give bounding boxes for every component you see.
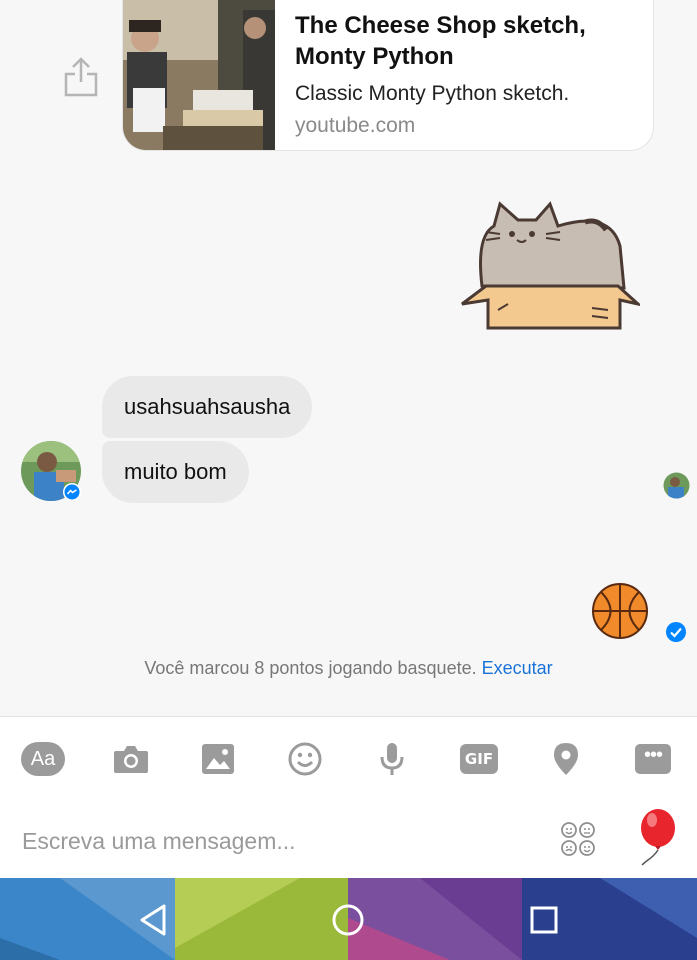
sticker-picker-icon[interactable] bbox=[560, 821, 596, 857]
aa-label: Aa bbox=[21, 742, 65, 776]
link-text: The Cheese Shop sketch, Monty Python Cla… bbox=[275, 0, 653, 150]
message-bubble[interactable]: muito bom bbox=[102, 441, 249, 503]
gif-label: GIF bbox=[460, 744, 498, 774]
emoji-button[interactable] bbox=[282, 737, 328, 781]
conversation-area: The Cheese Shop sketch, Monty Python Cla… bbox=[0, 0, 697, 716]
message-bubble[interactable]: usahsuahsausha bbox=[102, 376, 313, 438]
smiley-icon bbox=[288, 742, 322, 776]
video-thumbnail bbox=[123, 0, 275, 150]
message-input[interactable] bbox=[22, 823, 522, 859]
location-pin-icon bbox=[554, 743, 578, 775]
voice-button[interactable] bbox=[369, 737, 415, 781]
image-icon bbox=[202, 744, 234, 774]
balloon-icon[interactable] bbox=[636, 808, 678, 866]
camera-icon bbox=[114, 746, 148, 773]
delivered-check-icon bbox=[666, 622, 686, 642]
message-composer: Aa GIF ••• Escreva uma mensagem... bbox=[0, 716, 697, 878]
read-receipt-avatar bbox=[663, 472, 690, 499]
more-button[interactable]: ••• bbox=[630, 737, 676, 781]
link-description: Classic Monty Python sketch. bbox=[295, 82, 570, 105]
text-style-button[interactable]: Aa bbox=[20, 737, 66, 781]
link-domain: youtube.com bbox=[295, 114, 416, 137]
more-icon: ••• bbox=[635, 744, 671, 774]
cat-in-box-sticker[interactable] bbox=[460, 196, 640, 332]
system-navigation-bar bbox=[0, 878, 697, 960]
gallery-button[interactable] bbox=[195, 737, 241, 781]
link-preview-card[interactable]: The Cheese Shop sketch, Monty Python Cla… bbox=[122, 0, 654, 151]
basketball-game[interactable] bbox=[591, 582, 649, 640]
back-icon[interactable] bbox=[134, 900, 174, 940]
contact-avatar[interactable] bbox=[20, 440, 82, 502]
location-button[interactable] bbox=[543, 737, 589, 781]
gif-button[interactable]: GIF bbox=[456, 737, 502, 781]
share-icon[interactable] bbox=[62, 56, 100, 98]
play-game-link[interactable]: Executar bbox=[482, 658, 553, 678]
game-score-text: Você marcou 8 pontos jogando basquete. bbox=[144, 658, 477, 678]
game-score-note: Você marcou 8 pontos jogando basquete. E… bbox=[0, 658, 697, 679]
home-icon[interactable] bbox=[328, 900, 368, 940]
microphone-icon bbox=[380, 743, 404, 775]
link-title: The Cheese Shop sketch, Monty Python bbox=[295, 12, 586, 70]
recents-icon[interactable] bbox=[524, 900, 564, 940]
camera-button[interactable] bbox=[108, 737, 154, 781]
